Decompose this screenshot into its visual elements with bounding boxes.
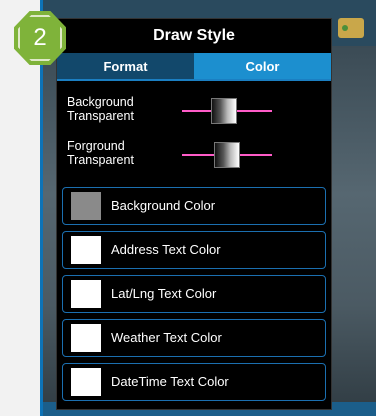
background-transparent-slider[interactable] <box>182 98 272 124</box>
color-swatch <box>71 368 101 396</box>
foreground-transparent-row: Forground Transparent <box>67 131 331 175</box>
slider-thumb[interactable] <box>211 98 237 124</box>
dialog-title: Draw Style <box>153 27 235 44</box>
weather-text-color-button[interactable]: Weather Text Color <box>62 319 326 357</box>
address-text-color-button[interactable]: Address Text Color <box>62 231 326 269</box>
draw-style-dialog: Draw Style Format Color Background Trans… <box>56 18 332 410</box>
color-item-label: Lat/Lng Text Color <box>111 286 217 301</box>
latlng-text-color-button[interactable]: Lat/Lng Text Color <box>62 275 326 313</box>
color-item-label: Background Color <box>111 198 216 213</box>
foreground-transparent-slider[interactable] <box>182 142 272 168</box>
color-item-label: DateTime Text Color <box>111 374 229 389</box>
color-item-label: Weather Text Color <box>111 330 222 345</box>
color-swatch <box>71 324 101 352</box>
slider-thumb[interactable] <box>214 142 240 168</box>
tab-color[interactable]: Color <box>194 53 331 79</box>
step-number: 2 <box>18 15 62 61</box>
color-list: Background Color Address Text Color Lat/… <box>57 187 331 401</box>
background-transparent-row: Background Transparent <box>67 87 331 131</box>
tab-bar: Format Color <box>57 53 331 81</box>
background-color-button[interactable]: Background Color <box>62 187 326 225</box>
color-item-label: Address Text Color <box>111 242 221 257</box>
tab-format[interactable]: Format <box>57 53 194 79</box>
color-swatch <box>71 236 101 264</box>
tag-icon[interactable] <box>338 18 364 38</box>
color-swatch <box>71 192 101 220</box>
color-swatch <box>71 280 101 308</box>
datetime-text-color-button[interactable]: DateTime Text Color <box>62 363 326 401</box>
